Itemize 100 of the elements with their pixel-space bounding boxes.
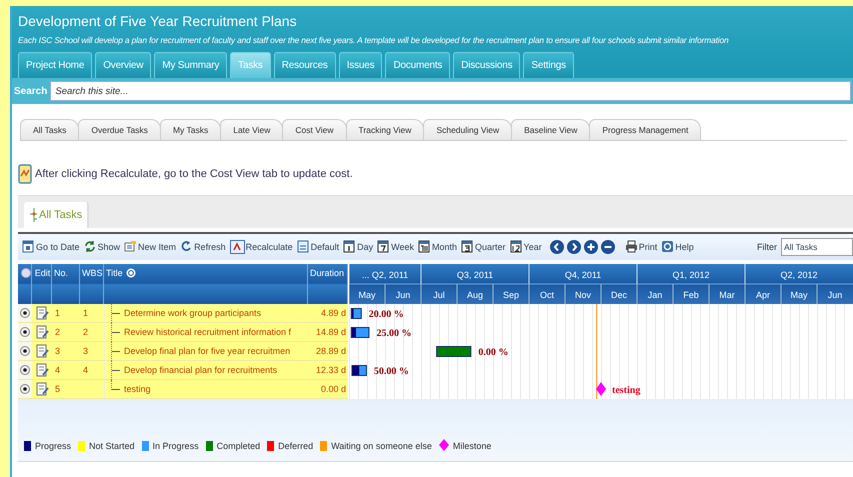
task-duration: 12.33 d: [314, 365, 347, 375]
column-header: Title: [106, 268, 123, 278]
gantt-bar[interactable]: [352, 365, 367, 376]
quarter-label: Q3, 2011: [456, 270, 494, 280]
wbs-number: 4: [83, 365, 88, 375]
month-label: Mar: [719, 290, 735, 300]
calendar-year-icon: [510, 240, 523, 254]
task-duration: 0.00 d: [320, 384, 347, 394]
toolbar-button[interactable]: Help: [661, 240, 694, 254]
toolbar-button[interactable]: Refresh: [180, 240, 226, 254]
project-description: Each ISC School will develop a plan for recruitment of faculty and staff over the next five years. A template will be developed for the recruitment plan to ensure all four schools submit similar information: [18, 34, 728, 46]
help-icon: [661, 240, 674, 254]
month-label: Apr: [756, 290, 770, 300]
view-tab[interactable]: Overdue Tasks: [78, 119, 161, 140]
view-tab[interactable]: Late View: [220, 119, 284, 140]
calendar-icon: [22, 240, 35, 254]
recalculate-icon: [18, 164, 32, 184]
legend-label: Deferred: [278, 441, 314, 451]
task-title[interactable]: testing: [124, 384, 151, 394]
filter-field[interactable]: All Tasks: [781, 238, 853, 256]
edit-icon[interactable]: [36, 382, 48, 396]
task-number: 4: [54, 365, 62, 375]
quarter-label: Q1, 2012: [672, 270, 710, 280]
task-title[interactable]: Determine work group participants: [124, 308, 262, 318]
zoom-out-icon[interactable]: [600, 240, 615, 254]
month-label: Jan: [648, 290, 662, 300]
row-select-icon: [20, 268, 30, 278]
toolbar-button[interactable]: Week: [377, 240, 414, 254]
legend-label: Progress: [35, 441, 72, 451]
view-tab[interactable]: All Tasks: [20, 119, 80, 140]
view-tab[interactable]: Scheduling View: [423, 119, 512, 140]
wbs-number: 1: [83, 308, 88, 318]
task-duration: 4.89 d: [320, 308, 347, 318]
calendar-quarter-icon: [461, 240, 474, 254]
month-label: Sep: [503, 290, 519, 300]
toolbar-button[interactable]: Go to Date: [22, 240, 80, 254]
project-title: Development of Five Year Recruitment Plans: [18, 12, 298, 30]
gantt-bar[interactable]: [350, 327, 370, 338]
edit-icon[interactable]: [36, 363, 48, 377]
next-icon[interactable]: [566, 240, 581, 254]
month-label: Nov: [575, 290, 591, 300]
progress-label: 0.00 %: [478, 347, 508, 358]
legend-label: Milestone: [452, 441, 492, 451]
toolbar-button[interactable]: Day: [343, 240, 374, 254]
calendar-month-icon: [418, 240, 431, 254]
recalculate-icon: [230, 240, 245, 254]
edit-icon[interactable]: [36, 325, 48, 339]
view-tab[interactable]: Progress Management: [589, 119, 702, 140]
view-tab[interactable]: My Tasks: [160, 119, 222, 140]
toolbar-button[interactable]: Month: [418, 240, 458, 254]
toolbar-button[interactable]: Quarter: [461, 240, 506, 254]
task-duration: 28.89 d: [314, 346, 347, 356]
milestone-label: testing: [612, 385, 640, 396]
task-number: 1: [54, 308, 62, 318]
progress-label: 50.00 %: [374, 366, 409, 377]
view-tab[interactable]: Baseline View: [511, 119, 590, 140]
toolbar-button[interactable]: New Item: [124, 240, 176, 254]
month-label: Feb: [683, 290, 699, 300]
task-duration: 14.89 d: [314, 327, 347, 337]
calendar-day-icon: [343, 240, 356, 254]
previous-icon[interactable]: [550, 240, 564, 254]
legend-label: Completed: [216, 441, 260, 451]
view-tab[interactable]: Cost View: [282, 119, 347, 140]
edit-icon[interactable]: [36, 306, 48, 320]
filter-label: Filter: [757, 242, 777, 252]
toolbar-button[interactable]: Recalculate: [230, 240, 293, 254]
view-tab[interactable]: Tracking View: [346, 119, 424, 140]
toolbar-button[interactable]: Default: [296, 240, 340, 254]
task-number: 3: [54, 346, 62, 356]
month-label: Oct: [540, 290, 554, 300]
edit-icon[interactable]: [36, 344, 48, 358]
legend-label: Waiting on someone else: [331, 441, 432, 451]
task-title[interactable]: Develop financial plan for recruitments: [124, 365, 278, 375]
search-field[interactable]: Search this site...: [50, 81, 851, 101]
zoom-in-icon[interactable]: [584, 240, 598, 254]
refresh-icon: [180, 240, 194, 254]
task-number: 5: [54, 384, 62, 394]
printer-icon: [624, 240, 638, 254]
quarter-label: Q4, 2011: [564, 270, 602, 280]
toolbar-button[interactable]: Year: [510, 240, 542, 254]
month-label: May: [358, 290, 376, 300]
legend-label: Not Started: [89, 441, 135, 451]
quarter-label: ... Q2, 2011: [362, 270, 408, 280]
new-document-icon: [124, 240, 138, 254]
gantt-bar[interactable]: [350, 308, 362, 319]
cycle-icon: [84, 240, 97, 254]
task-title[interactable]: Develop final plan for five year recruitmen: [124, 346, 290, 356]
legend-label: In Progress: [152, 441, 199, 451]
toolbar-button[interactable]: Print: [624, 240, 658, 254]
task-title[interactable]: Review historical recruitment information f: [124, 327, 292, 337]
progress-label: 20.00 %: [368, 309, 404, 320]
month-label: Aug: [467, 290, 483, 300]
milestone-diamond[interactable]: [596, 382, 606, 396]
task-number: 2: [54, 327, 62, 337]
toolbar-button[interactable]: Show: [84, 240, 120, 254]
month-label: Jun: [396, 290, 410, 300]
help-icon: [126, 268, 136, 278]
default-view-icon: [296, 240, 310, 254]
progress-label: 25.00 %: [376, 328, 412, 339]
wbs-number: 3: [83, 346, 88, 356]
